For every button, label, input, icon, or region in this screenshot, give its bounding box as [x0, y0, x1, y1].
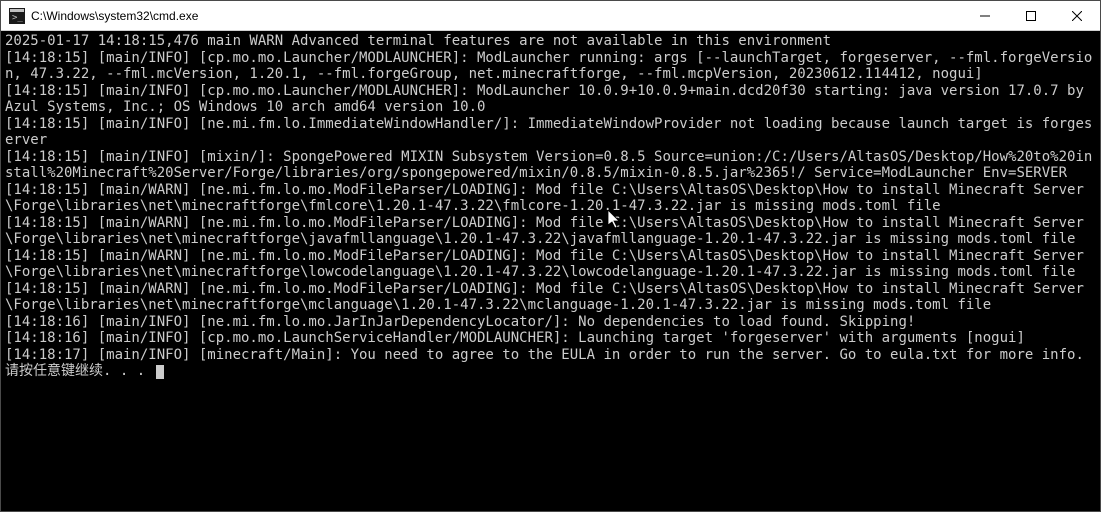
- press-any-key-prompt: 请按任意键继续. . .: [5, 363, 154, 379]
- terminal-cursor: [156, 365, 164, 379]
- terminal-output[interactable]: 2025-01-17 14:18:15,476 main WARN Advanc…: [1, 31, 1100, 511]
- cmd-icon: >_: [9, 8, 25, 24]
- close-button[interactable]: [1054, 1, 1100, 30]
- titlebar[interactable]: >_ C:\Windows\system32\cmd.exe: [1, 1, 1100, 31]
- svg-text:>_: >_: [12, 13, 23, 23]
- window-title: C:\Windows\system32\cmd.exe: [31, 9, 962, 23]
- window-controls: [962, 1, 1100, 30]
- minimize-button[interactable]: [962, 1, 1008, 30]
- maximize-button[interactable]: [1008, 1, 1054, 30]
- cmd-window: >_ C:\Windows\system32\cmd.exe 2025-01-1…: [0, 0, 1101, 512]
